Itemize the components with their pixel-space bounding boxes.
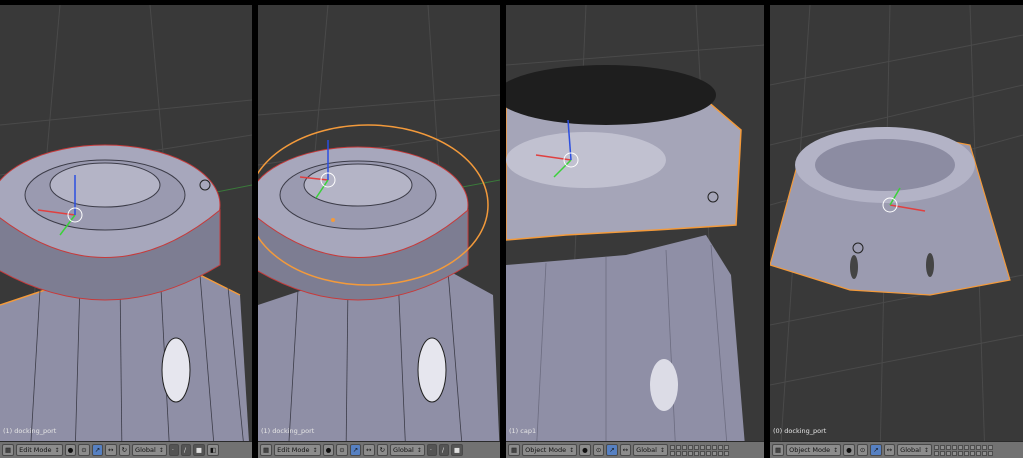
manipulator-toggle[interactable]: ↗ bbox=[870, 444, 882, 456]
view3d-header: ▦ Object Mode ● ⊙ ↗ ↔ Global bbox=[506, 441, 764, 458]
orientation-select[interactable]: Global bbox=[390, 444, 425, 456]
object-label: (1) cap1 bbox=[509, 427, 537, 435]
object-label: (1) docking_port bbox=[3, 427, 57, 435]
manipulator-toggle[interactable]: ↗ bbox=[606, 444, 618, 456]
view-menu-icon[interactable]: ▦ bbox=[772, 444, 785, 456]
translate-icon[interactable]: ↔ bbox=[619, 444, 632, 456]
mesh-view-4[interactable] bbox=[770, 5, 1023, 458]
viewport-3[interactable]: (1) cap1 ▦ Object Mode ● ⊙ ↗ ↔ Global bbox=[506, 5, 764, 458]
orientation-select[interactable]: Global bbox=[132, 444, 167, 456]
orientation-select[interactable]: Global bbox=[897, 444, 932, 456]
layer-grid[interactable] bbox=[669, 444, 729, 456]
mesh-view-3[interactable] bbox=[506, 5, 764, 458]
pivot-select[interactable]: ⊙ bbox=[78, 444, 90, 456]
viewport-2[interactable]: (1) docking_port ▦ Edit Mode ● ⊙ ↗ ↔ ↻ G… bbox=[258, 5, 500, 458]
mode-select[interactable]: Object Mode bbox=[786, 444, 842, 456]
vertex-select-icon[interactable]: · bbox=[168, 444, 179, 456]
object-label: (0) docking_port bbox=[773, 427, 827, 435]
face-select-icon[interactable]: ■ bbox=[192, 444, 205, 456]
view3d-header: ▦ Edit Mode ● ⊙ ↗ ↔ ↻ Global · / ■ ◧ bbox=[0, 441, 252, 458]
manipulator-toggle[interactable]: ↗ bbox=[91, 444, 104, 456]
shading-select[interactable]: ● bbox=[64, 444, 77, 456]
shading-select[interactable]: ● bbox=[579, 444, 591, 456]
viewport-4[interactable]: (0) docking_port ▦ Object Mode ● ⊙ ↗ ↔ G… bbox=[770, 5, 1023, 458]
vertex-select-icon[interactable]: · bbox=[426, 444, 437, 456]
viewport-1[interactable]: (1) docking_port ▦ Edit Mode ● ⊙ ↗ ↔ ↻ G… bbox=[0, 5, 252, 458]
rotate-icon[interactable]: ↻ bbox=[376, 444, 389, 456]
pivot-select[interactable]: ⊙ bbox=[856, 444, 869, 456]
translate-icon[interactable]: ↔ bbox=[883, 444, 896, 456]
face-select-icon[interactable]: ■ bbox=[450, 444, 463, 456]
mode-select[interactable]: Edit Mode bbox=[16, 444, 63, 456]
occlude-icon[interactable]: ◧ bbox=[206, 444, 220, 456]
manipulator-toggle[interactable]: ↗ bbox=[349, 444, 362, 456]
view3d-header: ▦ Object Mode ● ⊙ ↗ ↔ Global bbox=[770, 441, 1023, 458]
object-label: (1) docking_port bbox=[261, 427, 315, 435]
view-menu-icon[interactable]: ▦ bbox=[260, 444, 273, 456]
orientation-select[interactable]: Global bbox=[633, 444, 668, 456]
mesh-view-2[interactable] bbox=[258, 5, 500, 458]
view-menu-icon[interactable]: ▦ bbox=[508, 444, 521, 456]
translate-icon[interactable]: ↔ bbox=[105, 444, 117, 456]
edge-select-icon[interactable]: / bbox=[438, 444, 449, 456]
mode-select[interactable]: Object Mode bbox=[522, 444, 578, 456]
view-menu-icon[interactable]: ▦ bbox=[2, 444, 15, 456]
shading-select[interactable]: ● bbox=[322, 444, 335, 456]
layer-grid[interactable] bbox=[933, 444, 993, 456]
edge-select-icon[interactable]: / bbox=[180, 444, 191, 456]
rotate-icon[interactable]: ↻ bbox=[118, 444, 131, 456]
mode-select[interactable]: Edit Mode bbox=[274, 444, 321, 456]
shading-select[interactable]: ● bbox=[843, 444, 855, 456]
view3d-header: ▦ Edit Mode ● ⊙ ↗ ↔ ↻ Global · / ■ bbox=[258, 441, 500, 458]
pivot-select[interactable]: ⊙ bbox=[592, 444, 605, 456]
pivot-select[interactable]: ⊙ bbox=[336, 444, 348, 456]
translate-icon[interactable]: ↔ bbox=[363, 444, 375, 456]
mesh-view-1[interactable] bbox=[0, 5, 252, 458]
